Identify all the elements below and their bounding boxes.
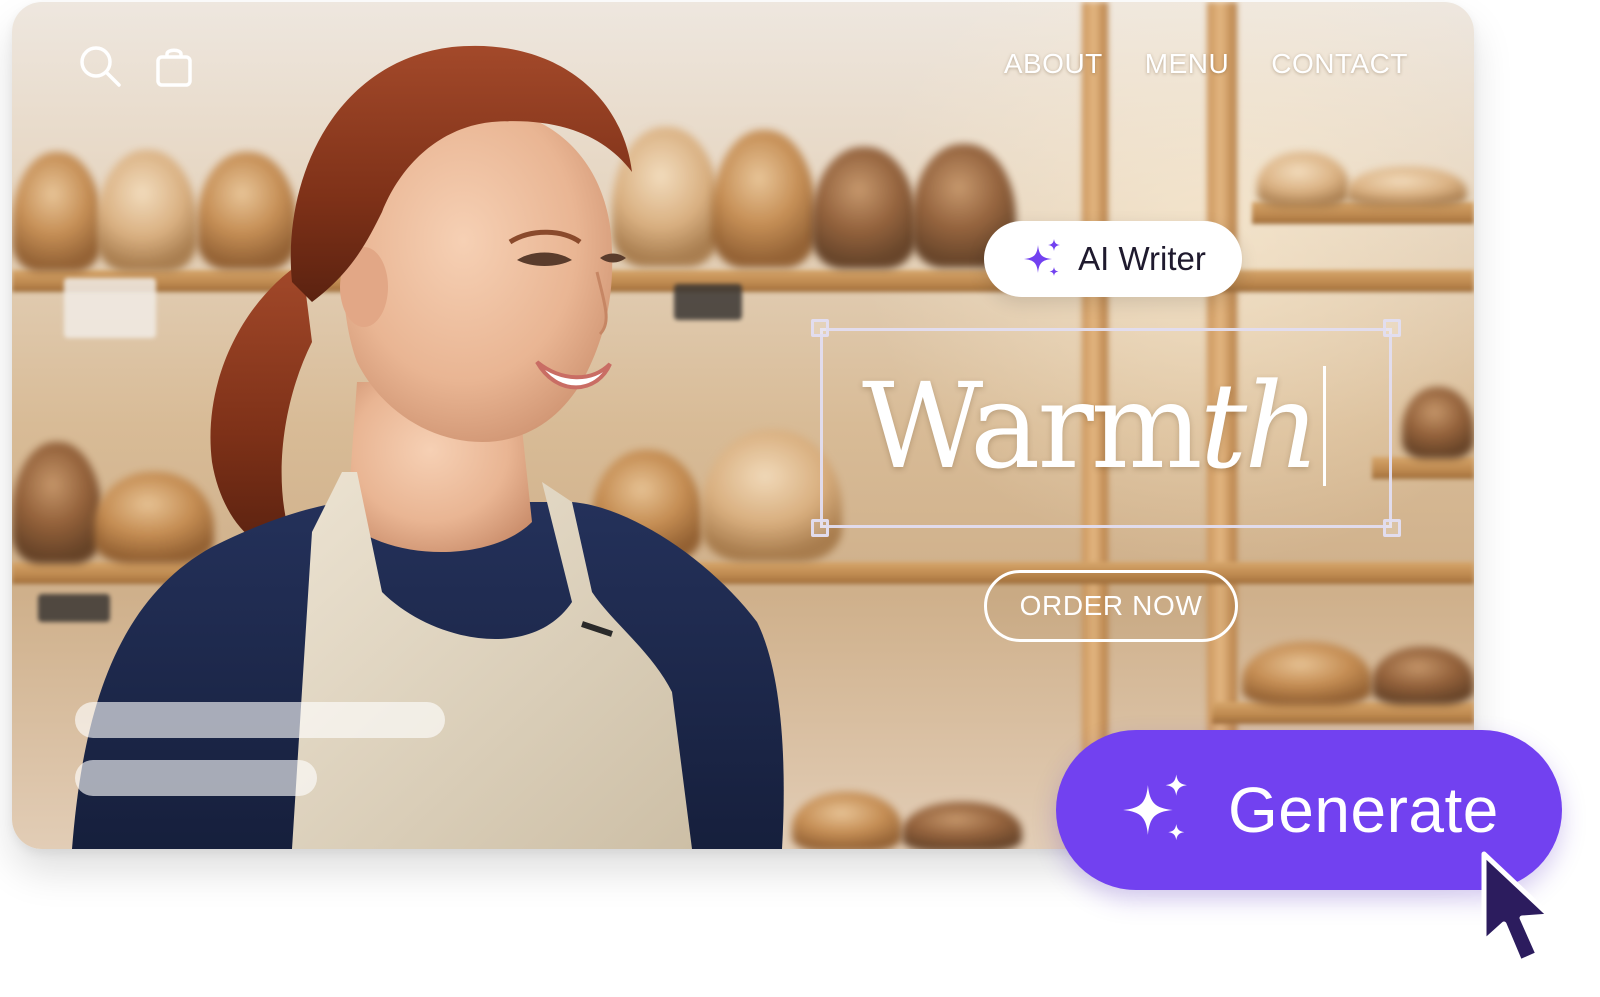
ai-writer-label: AI Writer xyxy=(1078,240,1206,277)
mouse-pointer-icon xyxy=(1481,851,1553,965)
text-caret xyxy=(1323,366,1327,486)
shopping-bag-icon[interactable] xyxy=(152,44,196,88)
order-now-label: ORDER NOW xyxy=(1019,590,1203,621)
sparkles-icon xyxy=(1024,239,1061,276)
resize-handle-top-left[interactable] xyxy=(811,319,829,337)
placeholder-text-line xyxy=(75,702,445,738)
nav-link-menu[interactable]: MENU xyxy=(1145,48,1229,80)
nav-link-about[interactable]: ABOUT xyxy=(1004,48,1103,80)
nav-link-contact[interactable]: CONTACT xyxy=(1271,48,1408,80)
order-now-button[interactable]: ORDER NOW xyxy=(984,570,1238,642)
resize-handle-bottom-right[interactable] xyxy=(1383,519,1401,537)
resize-handle-bottom-left[interactable] xyxy=(811,519,829,537)
ai-writer-button[interactable]: AI Writer xyxy=(984,221,1242,297)
generate-label: Generate xyxy=(1228,774,1499,846)
resize-handle-top-right[interactable] xyxy=(1383,319,1401,337)
hero-headline[interactable]: Warm th xyxy=(862,356,1382,496)
headline-italic-text: th xyxy=(1199,357,1320,495)
placeholder-text-line xyxy=(75,760,317,796)
main-nav: ABOUT MENU CONTACT xyxy=(1004,48,1408,80)
headline-upright-text: Warm xyxy=(862,357,1203,495)
sparkles-icon xyxy=(1123,774,1187,841)
search-icon[interactable] xyxy=(78,44,122,88)
